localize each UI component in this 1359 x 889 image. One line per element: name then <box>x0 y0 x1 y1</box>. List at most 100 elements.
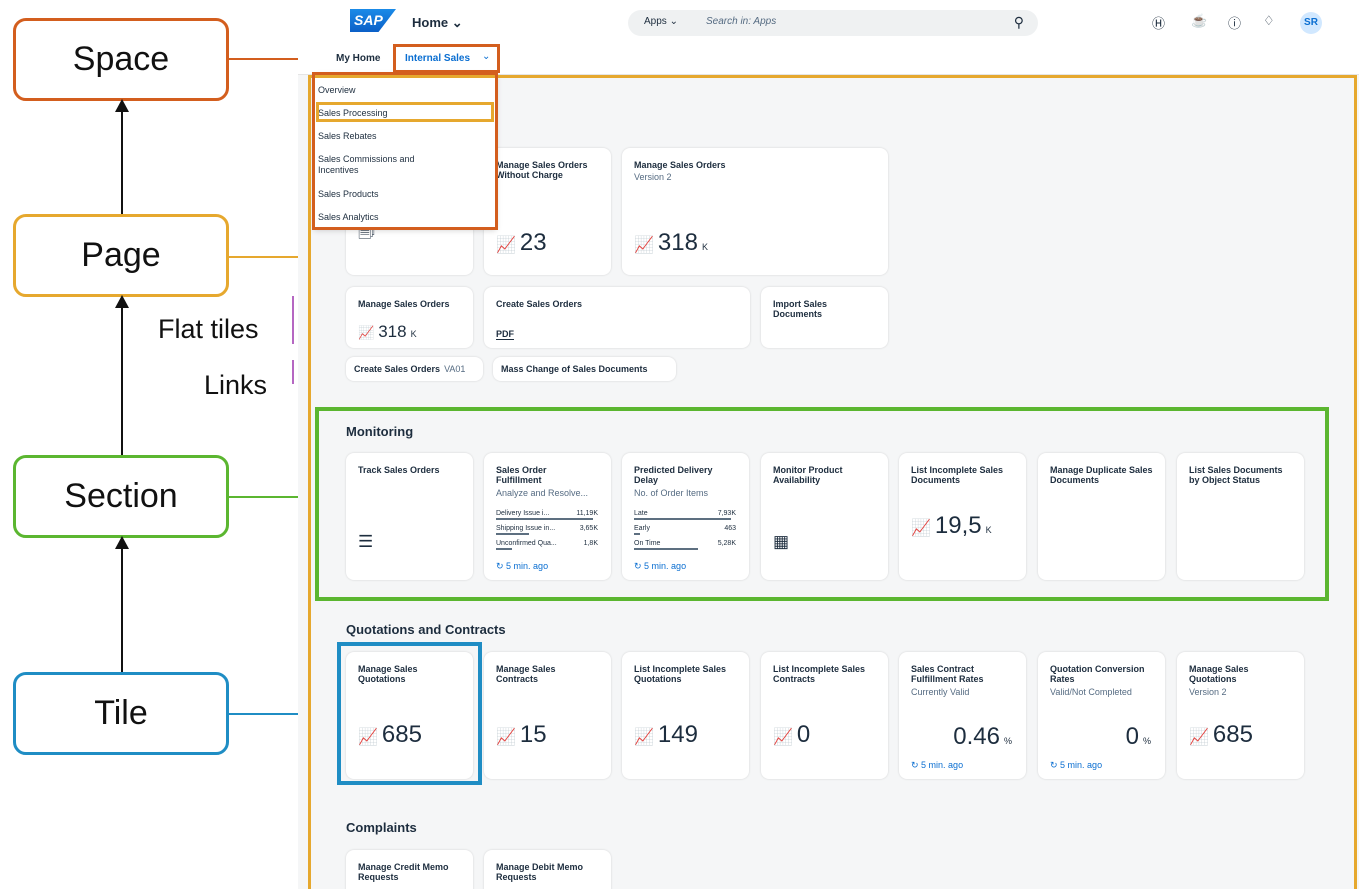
tile-kpi: 📈 0 <box>773 721 811 748</box>
checklist-icon: ☰ <box>358 532 374 551</box>
connector-page <box>229 256 309 258</box>
notifications-icon[interactable]: ♢ <box>1263 13 1275 29</box>
sales-order-icon: 📈 <box>773 729 793 746</box>
tile-title: Quotation Conversion Rates <box>1050 664 1145 684</box>
arrow-page-to-space <box>115 99 129 214</box>
flat-tile-create-sales-orders[interactable]: Create Sales Orders PDF <box>484 287 750 348</box>
tile-kpi: 📈 23 <box>496 229 547 256</box>
tile-sales-order-fulfillment[interactable]: Sales Order Fulfillment Analyze and Reso… <box>484 453 611 580</box>
tile-kpi: 📈 318 K <box>358 322 417 341</box>
tile-title: List Incomplete Sales Documents <box>911 465 1004 485</box>
avatar[interactable]: SR <box>1300 12 1322 34</box>
page-menu-item[interactable]: Overview <box>318 85 356 96</box>
space-bar: My Home Internal Sales ⌄ <box>298 44 1359 75</box>
tile-title: Sales Order Fulfillment <box>496 465 547 485</box>
section-title-monitoring: Monitoring <box>346 424 414 439</box>
tile-kpi: 📈 19,5 K <box>911 512 992 539</box>
page-menu-item[interactable]: Sales Products <box>318 189 379 200</box>
tile-title: Track Sales Orders <box>358 465 440 475</box>
space-internal-sales[interactable]: Internal Sales <box>405 53 470 64</box>
tile-title: List Incomplete Sales Contracts <box>773 664 866 684</box>
help-icon[interactable]: ⓘ <box>1228 13 1241 32</box>
tile-quotation-conversion-rates[interactable]: Quotation Conversion Rates Valid/Not Com… <box>1038 652 1165 779</box>
tile-list-incomplete-quotations[interactable]: List Incomplete Sales Quotations 📈 149 <box>622 652 749 779</box>
home-menu[interactable]: Home ⌄ <box>412 15 463 31</box>
sap-logo[interactable]: SAP <box>350 9 396 32</box>
tile-kpi: 📈 685 <box>358 721 422 748</box>
search-scope-select[interactable]: Apps ⌄ <box>644 16 678 27</box>
joule-icon[interactable]: Ⓗ <box>1152 13 1165 32</box>
page-menu-item[interactable]: Sales Processing <box>318 108 388 119</box>
tile-title: Manage Sales Contracts <box>496 664 556 684</box>
flat-tiles-marker <box>292 296 294 344</box>
sales-order-icon: 📈 <box>496 729 516 746</box>
sales-order-icon: 📈 <box>358 325 375 340</box>
tile-subtitle: Analyze and Resolve... <box>496 488 589 498</box>
launchpad-screen: SAP Home ⌄ Apps ⌄ Search in: Apps ⚲ Ⓗ ☕ … <box>298 0 1359 889</box>
search-input[interactable]: Search in: Apps <box>706 16 776 27</box>
search-field[interactable]: Apps ⌄ Search in: Apps ⚲ <box>628 10 1038 36</box>
tile-kpi: 📈 685 <box>1189 721 1253 748</box>
arrow-section-to-page <box>115 295 129 455</box>
tile-manage-sales-orders-v2[interactable]: Manage Sales Orders Version 2 📈 318 K <box>622 148 888 275</box>
tile-title: Manage Credit Memo Requests <box>358 862 449 882</box>
tile-title: Sales Contract Fulfillment Rates <box>911 664 984 684</box>
tile-list-sales-documents-by-status[interactable]: List Sales Documents by Object Status <box>1177 453 1304 580</box>
tile-title: List Incomplete Sales Quotations <box>634 664 727 684</box>
tile-kpi: 📈 149 <box>634 721 698 748</box>
page-menu-item[interactable]: Sales Analytics <box>318 212 379 223</box>
flat-tile-manage-sales-orders[interactable]: Manage Sales Orders 📈 318 K <box>346 287 473 348</box>
shell-bar: SAP Home ⌄ Apps ⌄ Search in: Apps ⚲ Ⓗ ☕ … <box>298 0 1359 44</box>
tile-kpi: 📈 318 K <box>634 229 708 256</box>
legend-tile-label: Tile <box>94 694 148 732</box>
tile-manage-sales-contracts[interactable]: Manage Sales Contracts 📈 15 <box>484 652 611 779</box>
sales-order-icon: 📈 <box>634 729 654 746</box>
headset-icon[interactable]: ☕ <box>1191 13 1207 29</box>
tile-title: Manage Debit Memo Requests <box>496 862 584 882</box>
sales-order-icon: 📈 <box>358 729 378 746</box>
legend-space-label: Space <box>72 40 170 78</box>
refresh-status: ↻ 5 min. ago <box>1050 760 1103 770</box>
link-mass-change[interactable]: Mass Change of Sales Documents <box>493 357 676 381</box>
link-create-sales-orders[interactable]: Create Sales Orders VA01 <box>346 357 483 381</box>
tile-manage-sales-quotations[interactable]: Manage Sales Quotations 📈 685 <box>346 652 473 779</box>
tile-sales-contract-fulfillment-rates[interactable]: Sales Contract Fulfillment Rates Current… <box>899 652 1026 779</box>
legend-section-label: Section <box>64 477 178 515</box>
legend-section: Section <box>13 455 229 538</box>
tile-manage-sales-orders-without-charge[interactable]: Manage Sales Orders Without Charge 📈 23 <box>484 148 611 275</box>
space-my-home[interactable]: My Home <box>336 53 380 64</box>
tile-list-incomplete-sales-documents[interactable]: List Incomplete Sales Documents 📈 19,5 K <box>899 453 1026 580</box>
arrow-tile-to-section <box>115 536 129 672</box>
tile-title: Create Sales Orders <box>496 299 583 309</box>
tile-manage-duplicate-sales-documents[interactable]: Manage Duplicate Sales Documents <box>1038 453 1165 580</box>
legend-space: Space <box>13 18 229 101</box>
tile-predicted-delivery-delay[interactable]: Predicted Delivery Delay No. of Order It… <box>622 453 749 580</box>
tile-subtitle: Version 2 <box>634 172 672 182</box>
tile-subtitle: Currently Valid <box>911 687 970 697</box>
tile-title: Monitor Product Availability <box>773 465 843 485</box>
tile-kpi: 0% <box>1125 723 1151 750</box>
chevron-down-icon[interactable]: ⌄ <box>482 51 490 62</box>
page-menu-item[interactable]: Sales Commissions and Incentives <box>318 154 448 176</box>
legend-tile: Tile <box>13 672 229 755</box>
tile-track-sales-orders[interactable]: Track Sales Orders ☰ <box>346 453 473 580</box>
tile-manage-debit-memo-requests[interactable]: Manage Debit Memo Requests <box>484 850 611 889</box>
tile-monitor-product-availability[interactable]: Monitor Product Availability ▦ <box>761 453 888 580</box>
sales-order-icon: 📈 <box>911 520 931 537</box>
tile-manage-credit-memo-requests[interactable]: Manage Credit Memo Requests <box>346 850 473 889</box>
tile-title: Manage Sales Orders <box>358 299 450 309</box>
tile-kpi: 📈 15 <box>496 721 547 748</box>
tile-list-incomplete-contracts[interactable]: List Incomplete Sales Contracts 📈 0 <box>761 652 888 779</box>
factory-icon: ▦ <box>773 532 790 551</box>
tile-manage-sales-quotations-v2[interactable]: Manage Sales Quotations Version 2 📈 685 <box>1177 652 1304 779</box>
tile-title: List Sales Documents by Object Status <box>1189 465 1283 485</box>
tile-kpi: 0.46% <box>953 723 1012 750</box>
sales-order-icon: 📈 <box>1189 729 1209 746</box>
legend-page-label: Page <box>81 236 161 274</box>
search-icon[interactable]: ⚲ <box>1014 14 1024 31</box>
section-title-complaints: Complaints <box>346 820 417 835</box>
page-menu-item[interactable]: Sales Rebates <box>318 131 377 142</box>
legend-flat-tiles: Flat tiles <box>158 314 259 344</box>
flat-tile-import-sales-documents[interactable]: Import Sales Documents <box>761 287 888 348</box>
tile-title: Manage Sales Quotations <box>1189 664 1249 684</box>
